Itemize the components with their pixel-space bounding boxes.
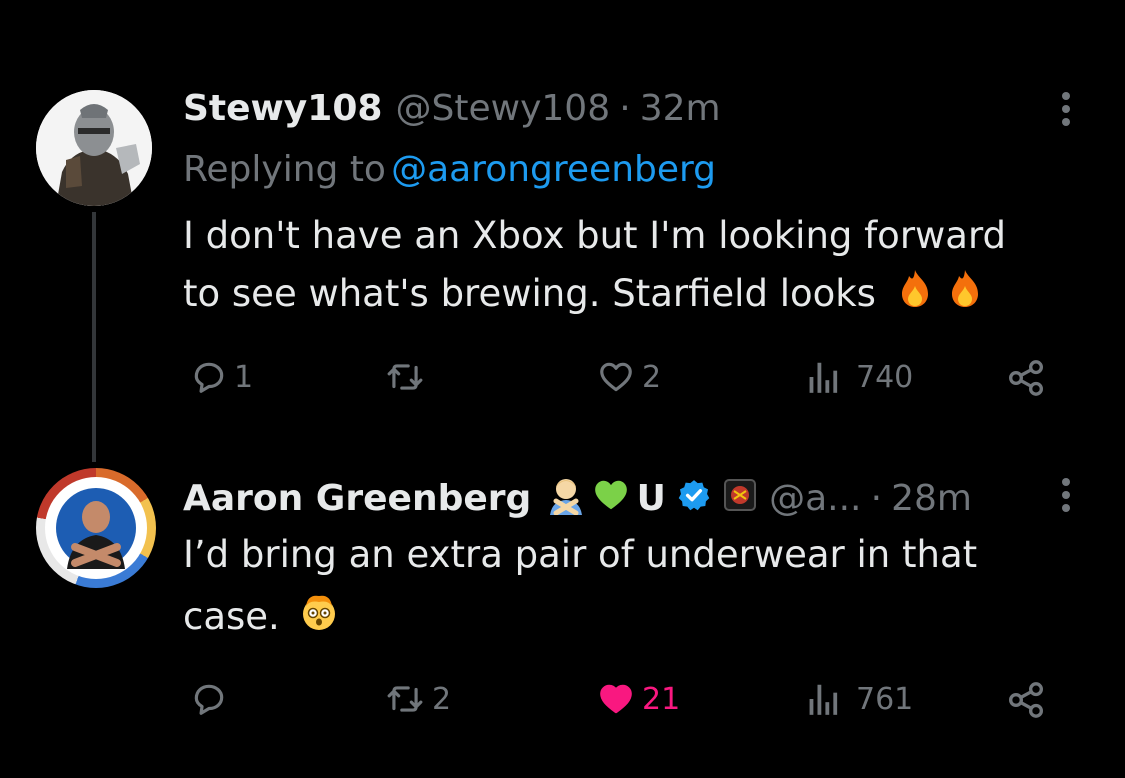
heart-icon (600, 362, 632, 392)
exploding-head-emoji (298, 590, 340, 648)
share-button[interactable] (1004, 358, 1048, 398)
fire-emoji (896, 268, 934, 324)
fire-emoji (946, 268, 984, 324)
separator: · (870, 478, 883, 519)
tweet-text-line-2: to see what's brewing. Starfield looks (183, 272, 876, 315)
like-count: 21 (642, 681, 681, 717)
tweet-text-line-2: case. (183, 595, 280, 638)
replying-label: Replying to (183, 149, 386, 190)
share-button[interactable] (1004, 680, 1048, 720)
views-button[interactable]: 761 (804, 680, 913, 718)
views-count: 761 (856, 681, 914, 717)
display-name[interactable]: Stewy108 (183, 88, 382, 129)
knight-avatar-icon (36, 90, 152, 206)
timestamp[interactable]: 32m (640, 88, 721, 129)
like-button[interactable]: 2 (596, 358, 661, 396)
retweet-button[interactable]: 2 (384, 680, 451, 718)
more-options-icon[interactable] (1062, 478, 1072, 517)
display-name[interactable]: Aaron Greenberg (183, 478, 531, 519)
more-options-icon[interactable] (1062, 92, 1072, 131)
replying-to-link[interactable]: @aarongreenberg (391, 149, 716, 190)
verified-badge-icon (677, 478, 711, 533)
separator: · (619, 88, 631, 129)
reply-icon (194, 362, 224, 393)
thread-connector-line (92, 212, 96, 462)
avatar[interactable] (36, 90, 152, 206)
like-button[interactable]: 21 (596, 680, 680, 718)
reply-button[interactable] (190, 680, 234, 718)
like-count: 2 (642, 359, 662, 395)
reply-icon (194, 684, 224, 715)
retweet-icon (387, 364, 423, 390)
views-button[interactable]: 740 (804, 358, 913, 396)
reply-button[interactable]: 1 (190, 358, 253, 396)
heart-filled-icon (600, 684, 632, 714)
handle[interactable]: @a... (769, 478, 861, 519)
retweet-count: 2 (432, 681, 452, 717)
reply-count: 1 (234, 359, 254, 395)
share-icon (1008, 360, 1044, 396)
views-chart-icon (809, 684, 838, 715)
views-count: 740 (856, 359, 914, 395)
handle[interactable]: @Stewy108 (396, 88, 611, 129)
retweet-icon (387, 686, 423, 712)
affiliate-badge-icon (723, 479, 756, 532)
tweet-text-line-1: I’d bring an extra pair of underwear in … (183, 533, 978, 576)
avatar[interactable] (36, 468, 156, 588)
name-suffix: U (636, 478, 666, 519)
views-chart-icon (809, 362, 838, 393)
timestamp[interactable]: 28m (891, 478, 972, 519)
person-avatar-icon (49, 481, 143, 575)
retweet-button[interactable] (384, 358, 432, 396)
tweet-text-line-1: I don't have an Xbox but I'm looking for… (183, 214, 1007, 257)
share-icon (1008, 682, 1044, 718)
